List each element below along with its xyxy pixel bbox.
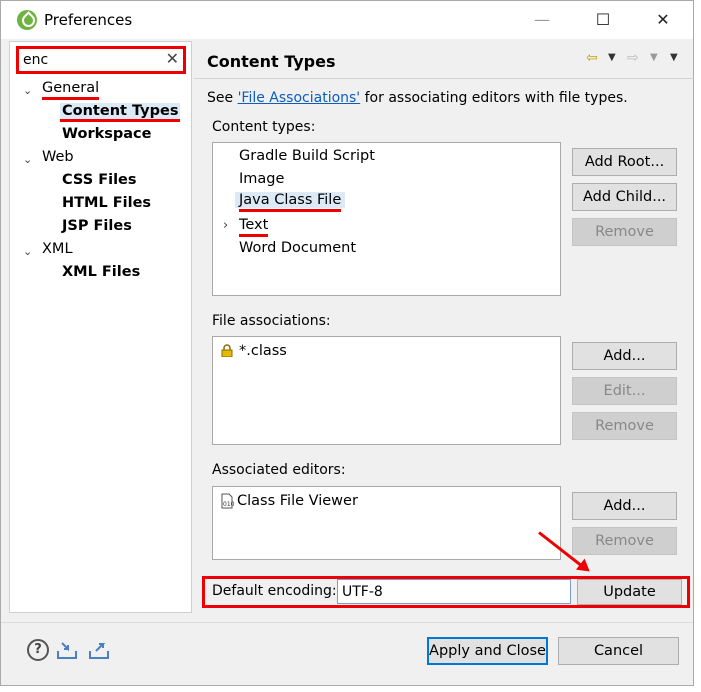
tree-item-jsp-files[interactable]: JSP Files	[62, 218, 132, 234]
preferences-tree-panel: ✕ ⌄ General Content Types Workspace ⌄ We…	[9, 41, 192, 613]
tree-item-workspace[interactable]: Workspace	[62, 126, 151, 142]
import-icon[interactable]	[56, 639, 78, 661]
content-types-tree[interactable]: Gradle Build Script Image Java Class Fil…	[212, 142, 561, 296]
title-bar: Preferences — ☐ ✕	[1, 1, 693, 39]
content-types-label: Content types:	[212, 119, 316, 135]
chevron-down-icon[interactable]: ⌄	[23, 153, 32, 166]
class-file-icon: 010	[221, 493, 235, 509]
help-icon[interactable]: ?	[27, 639, 49, 661]
remove-association-button[interactable]: Remove	[572, 412, 677, 440]
chevron-right-icon[interactable]: ›	[223, 218, 228, 233]
filter-search-box: ✕	[16, 46, 186, 74]
file-associations-list[interactable]: *.class	[212, 336, 561, 445]
close-button[interactable]: ✕	[640, 5, 686, 35]
back-arrow-icon[interactable]: ⇦	[586, 50, 598, 66]
update-encoding-button[interactable]: Update	[577, 579, 682, 605]
list-item-selected[interactable]: Java Class File	[235, 192, 346, 212]
edit-association-button[interactable]: Edit...	[572, 377, 677, 405]
associated-editors-list[interactable]: 010 Class File Viewer	[212, 486, 561, 560]
tree-item-web[interactable]: Web	[42, 149, 74, 165]
add-child-button[interactable]: Add Child...	[572, 183, 677, 211]
maximize-button[interactable]: ☐	[580, 5, 626, 35]
list-item[interactable]: Image	[239, 171, 284, 187]
list-item[interactable]: Class File Viewer	[237, 493, 358, 509]
spring-app-icon	[17, 10, 37, 30]
associated-editors-label: Associated editors:	[212, 462, 346, 478]
remove-content-type-button[interactable]: Remove	[572, 218, 677, 246]
associations-hint: See 'File Associations' for associating …	[207, 90, 628, 106]
clear-filter-icon[interactable]: ✕	[166, 49, 179, 68]
add-association-button[interactable]: Add...	[572, 342, 677, 370]
preferences-window: Preferences — ☐ ✕ ✕ ⌄ General Content Ty…	[0, 0, 694, 686]
file-associations-label: File associations:	[212, 313, 331, 329]
export-icon[interactable]	[88, 639, 110, 661]
filter-input[interactable]	[21, 50, 161, 70]
tree-item-html-files[interactable]: HTML Files	[62, 195, 151, 211]
window-title: Preferences	[44, 11, 133, 29]
default-encoding-label: Default encoding:	[212, 583, 337, 599]
lock-icon	[221, 344, 233, 357]
default-encoding-input[interactable]	[337, 579, 571, 604]
tree-item-xml[interactable]: XML	[42, 241, 73, 257]
forward-arrow-icon[interactable]: ⇨	[627, 50, 639, 66]
add-root-button[interactable]: Add Root...	[572, 148, 677, 176]
file-associations-link[interactable]: 'File Associations'	[238, 90, 361, 106]
list-item[interactable]: *.class	[239, 343, 287, 359]
tree-item-css-files[interactable]: CSS Files	[62, 172, 137, 188]
list-item[interactable]: Text	[239, 217, 269, 237]
chevron-down-icon[interactable]: ⌄	[23, 84, 32, 97]
page-header: Content Types ⇦ ▼ ⇨ ▼ ▼	[194, 41, 694, 79]
view-menu-icon[interactable]: ▼	[670, 52, 678, 63]
footer-separator	[1, 622, 693, 623]
add-editor-button[interactable]: Add...	[572, 492, 677, 520]
forward-dropdown-icon[interactable]: ▼	[650, 52, 658, 63]
remove-editor-button[interactable]: Remove	[572, 527, 677, 555]
tree-item-general[interactable]: General	[42, 80, 100, 100]
tree-item-xml-files[interactable]: XML Files	[62, 264, 140, 280]
svg-text:010: 010	[223, 501, 235, 508]
cancel-button[interactable]: Cancel	[558, 637, 679, 665]
back-dropdown-icon[interactable]: ▼	[608, 52, 616, 63]
tree-item-content-types[interactable]: Content Types	[60, 103, 181, 122]
apply-and-close-button[interactable]: Apply and Close	[427, 637, 548, 665]
list-item[interactable]: Gradle Build Script	[239, 148, 375, 164]
list-item[interactable]: Word Document	[239, 240, 356, 256]
page-title: Content Types	[207, 52, 336, 71]
minimize-button[interactable]: —	[519, 5, 565, 35]
chevron-down-icon[interactable]: ⌄	[23, 245, 32, 258]
